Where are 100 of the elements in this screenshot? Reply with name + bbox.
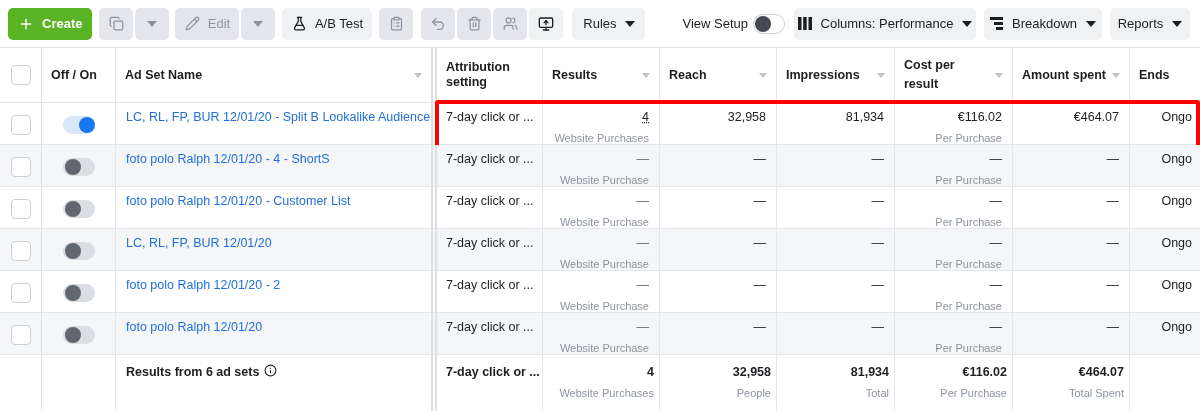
- row-checkbox[interactable]: [10, 282, 31, 303]
- sort-icon[interactable]: [414, 72, 422, 78]
- reach-cell-text: —: [753, 319, 766, 336]
- ad-set-link[interactable]: LC, RL, FP, BUR 12/01/20: [126, 236, 272, 250]
- toggle-switch[interactable]: [62, 325, 95, 344]
- total-value: €116.02: [962, 364, 1007, 381]
- amount-cell-text: —: [1106, 235, 1119, 252]
- cost-value: —: [989, 193, 1002, 210]
- copy-icon: [108, 16, 124, 31]
- breakdown-button[interactable]: Breakdown: [984, 7, 1102, 40]
- reach-cell-text: —: [753, 235, 766, 252]
- caret-icon: [253, 20, 264, 27]
- cost-value: —: [989, 235, 1002, 252]
- row-checkbox[interactable]: [10, 198, 31, 219]
- row-checkbox[interactable]: [10, 156, 31, 177]
- column-header[interactable]: Ends: [1139, 65, 1191, 85]
- toggle-switch[interactable]: [62, 283, 95, 302]
- cost-sublabel: Per Purchase: [935, 172, 1002, 188]
- sort-icon[interactable]: [759, 72, 767, 78]
- total-sublabel: Total Spent: [1068, 385, 1124, 401]
- results-value: —: [636, 193, 649, 210]
- column-header[interactable]: Amount spent: [1022, 65, 1108, 85]
- ends-cell-text: Ongo: [1161, 277, 1192, 294]
- people-icon: [502, 16, 518, 31]
- pencil-icon: [184, 16, 200, 31]
- rules-button[interactable]: Rules: [572, 7, 646, 40]
- total-value: 4: [647, 364, 654, 381]
- row-checkbox[interactable]: [10, 324, 31, 345]
- amount-cell-text: —: [1106, 193, 1119, 210]
- toggle-switch[interactable]: [62, 199, 95, 218]
- toggle-switch[interactable]: [62, 241, 95, 260]
- cost-sublabel: Per Purchase: [935, 130, 1002, 146]
- total-value: €464.07: [1078, 364, 1124, 381]
- column-header[interactable]: Impressions: [786, 65, 873, 85]
- columns-icon: [797, 17, 812, 30]
- column-header[interactable]: Attribution setting: [446, 60, 533, 90]
- columns-button[interactable]: Columns: Performance: [794, 7, 976, 40]
- column-header[interactable]: Reach: [669, 65, 755, 85]
- results-sublabel: Website Purchase: [559, 172, 649, 188]
- trash-icon: [466, 16, 482, 31]
- results-sublabel: Website Purchase: [559, 256, 649, 272]
- attribution-cell: 7-day click or ...: [446, 152, 534, 166]
- results-value: 4: [642, 109, 649, 126]
- ab-test-button[interactable]: A/B Test: [282, 7, 373, 40]
- cost-sublabel: Per Purchase: [935, 340, 1002, 356]
- sort-icon[interactable]: [1112, 72, 1120, 78]
- monitor-icon: [538, 15, 555, 32]
- sort-icon[interactable]: [642, 72, 650, 78]
- reports-button[interactable]: Reports: [1110, 7, 1190, 40]
- flask-icon: [291, 16, 307, 31]
- total-value: 32,958: [732, 364, 771, 381]
- column-header[interactable]: Cost per result: [904, 56, 991, 94]
- impressions-cell-text: —: [871, 235, 884, 252]
- total-sublabel: Per Purchase: [940, 385, 1007, 401]
- cost-sublabel: Per Purchase: [935, 214, 1002, 230]
- results-sublabel: Website Purchases: [554, 130, 649, 146]
- reach-cell-text: 32,958: [727, 109, 766, 126]
- cost-sublabel: Per Purchase: [935, 256, 1002, 272]
- undo-icon: [430, 15, 447, 32]
- sort-icon[interactable]: [995, 72, 1003, 78]
- row-checkbox[interactable]: [10, 240, 31, 261]
- column-header[interactable]: Results: [552, 65, 638, 85]
- reach-cell-text: —: [753, 193, 766, 210]
- cost-value: —: [989, 277, 1002, 294]
- impressions-cell-text: —: [871, 151, 884, 168]
- sort-icon[interactable]: [877, 72, 885, 78]
- export-button[interactable]: [529, 7, 564, 40]
- toggle-switch[interactable]: [62, 157, 95, 176]
- impressions-cell-text: 81,934: [845, 109, 884, 126]
- amount-cell-text: —: [1106, 319, 1119, 336]
- ad-set-link[interactable]: foto polo Ralph 12/01/20 - 4 - ShortS: [126, 152, 330, 166]
- results-sublabel: Website Purchase: [559, 340, 649, 356]
- caret-icon: [1086, 20, 1096, 27]
- results-value: —: [636, 319, 649, 336]
- ad-set-link[interactable]: foto polo Ralph 12/01/20 - 2: [126, 278, 281, 292]
- caret-icon: [147, 20, 158, 27]
- results-value: —: [636, 277, 649, 294]
- amount-cell-text: €464.07: [1073, 109, 1119, 126]
- info-icon: [264, 364, 278, 377]
- breakdown-icon: [989, 17, 1003, 30]
- impressions-cell-text: —: [871, 319, 884, 336]
- attribution-cell: 7-day click or ...: [446, 194, 534, 208]
- ends-cell-text: Ongo: [1161, 235, 1192, 252]
- caret-icon: [962, 20, 973, 27]
- caret-icon: [624, 20, 635, 27]
- total-value: 81,934: [850, 364, 889, 381]
- column-header[interactable]: Ad Set Name: [125, 65, 410, 85]
- view-setup-label: View Setup: [682, 14, 748, 33]
- ad-set-link[interactable]: foto polo Ralph 12/01/20 - Customer List: [126, 194, 351, 208]
- select-all-checkbox[interactable]: [10, 65, 31, 85]
- row-checkbox[interactable]: [10, 114, 31, 135]
- toggle-switch[interactable]: [62, 115, 95, 134]
- cost-value: —: [989, 319, 1002, 336]
- ad-set-link[interactable]: foto polo Ralph 12/01/20: [126, 320, 263, 334]
- ends-cell-text: Ongo: [1161, 151, 1192, 168]
- total-sublabel: Website Purchases: [559, 385, 654, 401]
- column-header[interactable]: Off / On: [51, 65, 106, 85]
- view-setup-toggle[interactable]: [753, 13, 785, 34]
- ad-set-link[interactable]: LC, RL, FP, BUR 12/01/20 - Split B Lookalike Audience: [126, 110, 431, 124]
- attribution-cell: 7-day click or ...: [446, 320, 534, 334]
